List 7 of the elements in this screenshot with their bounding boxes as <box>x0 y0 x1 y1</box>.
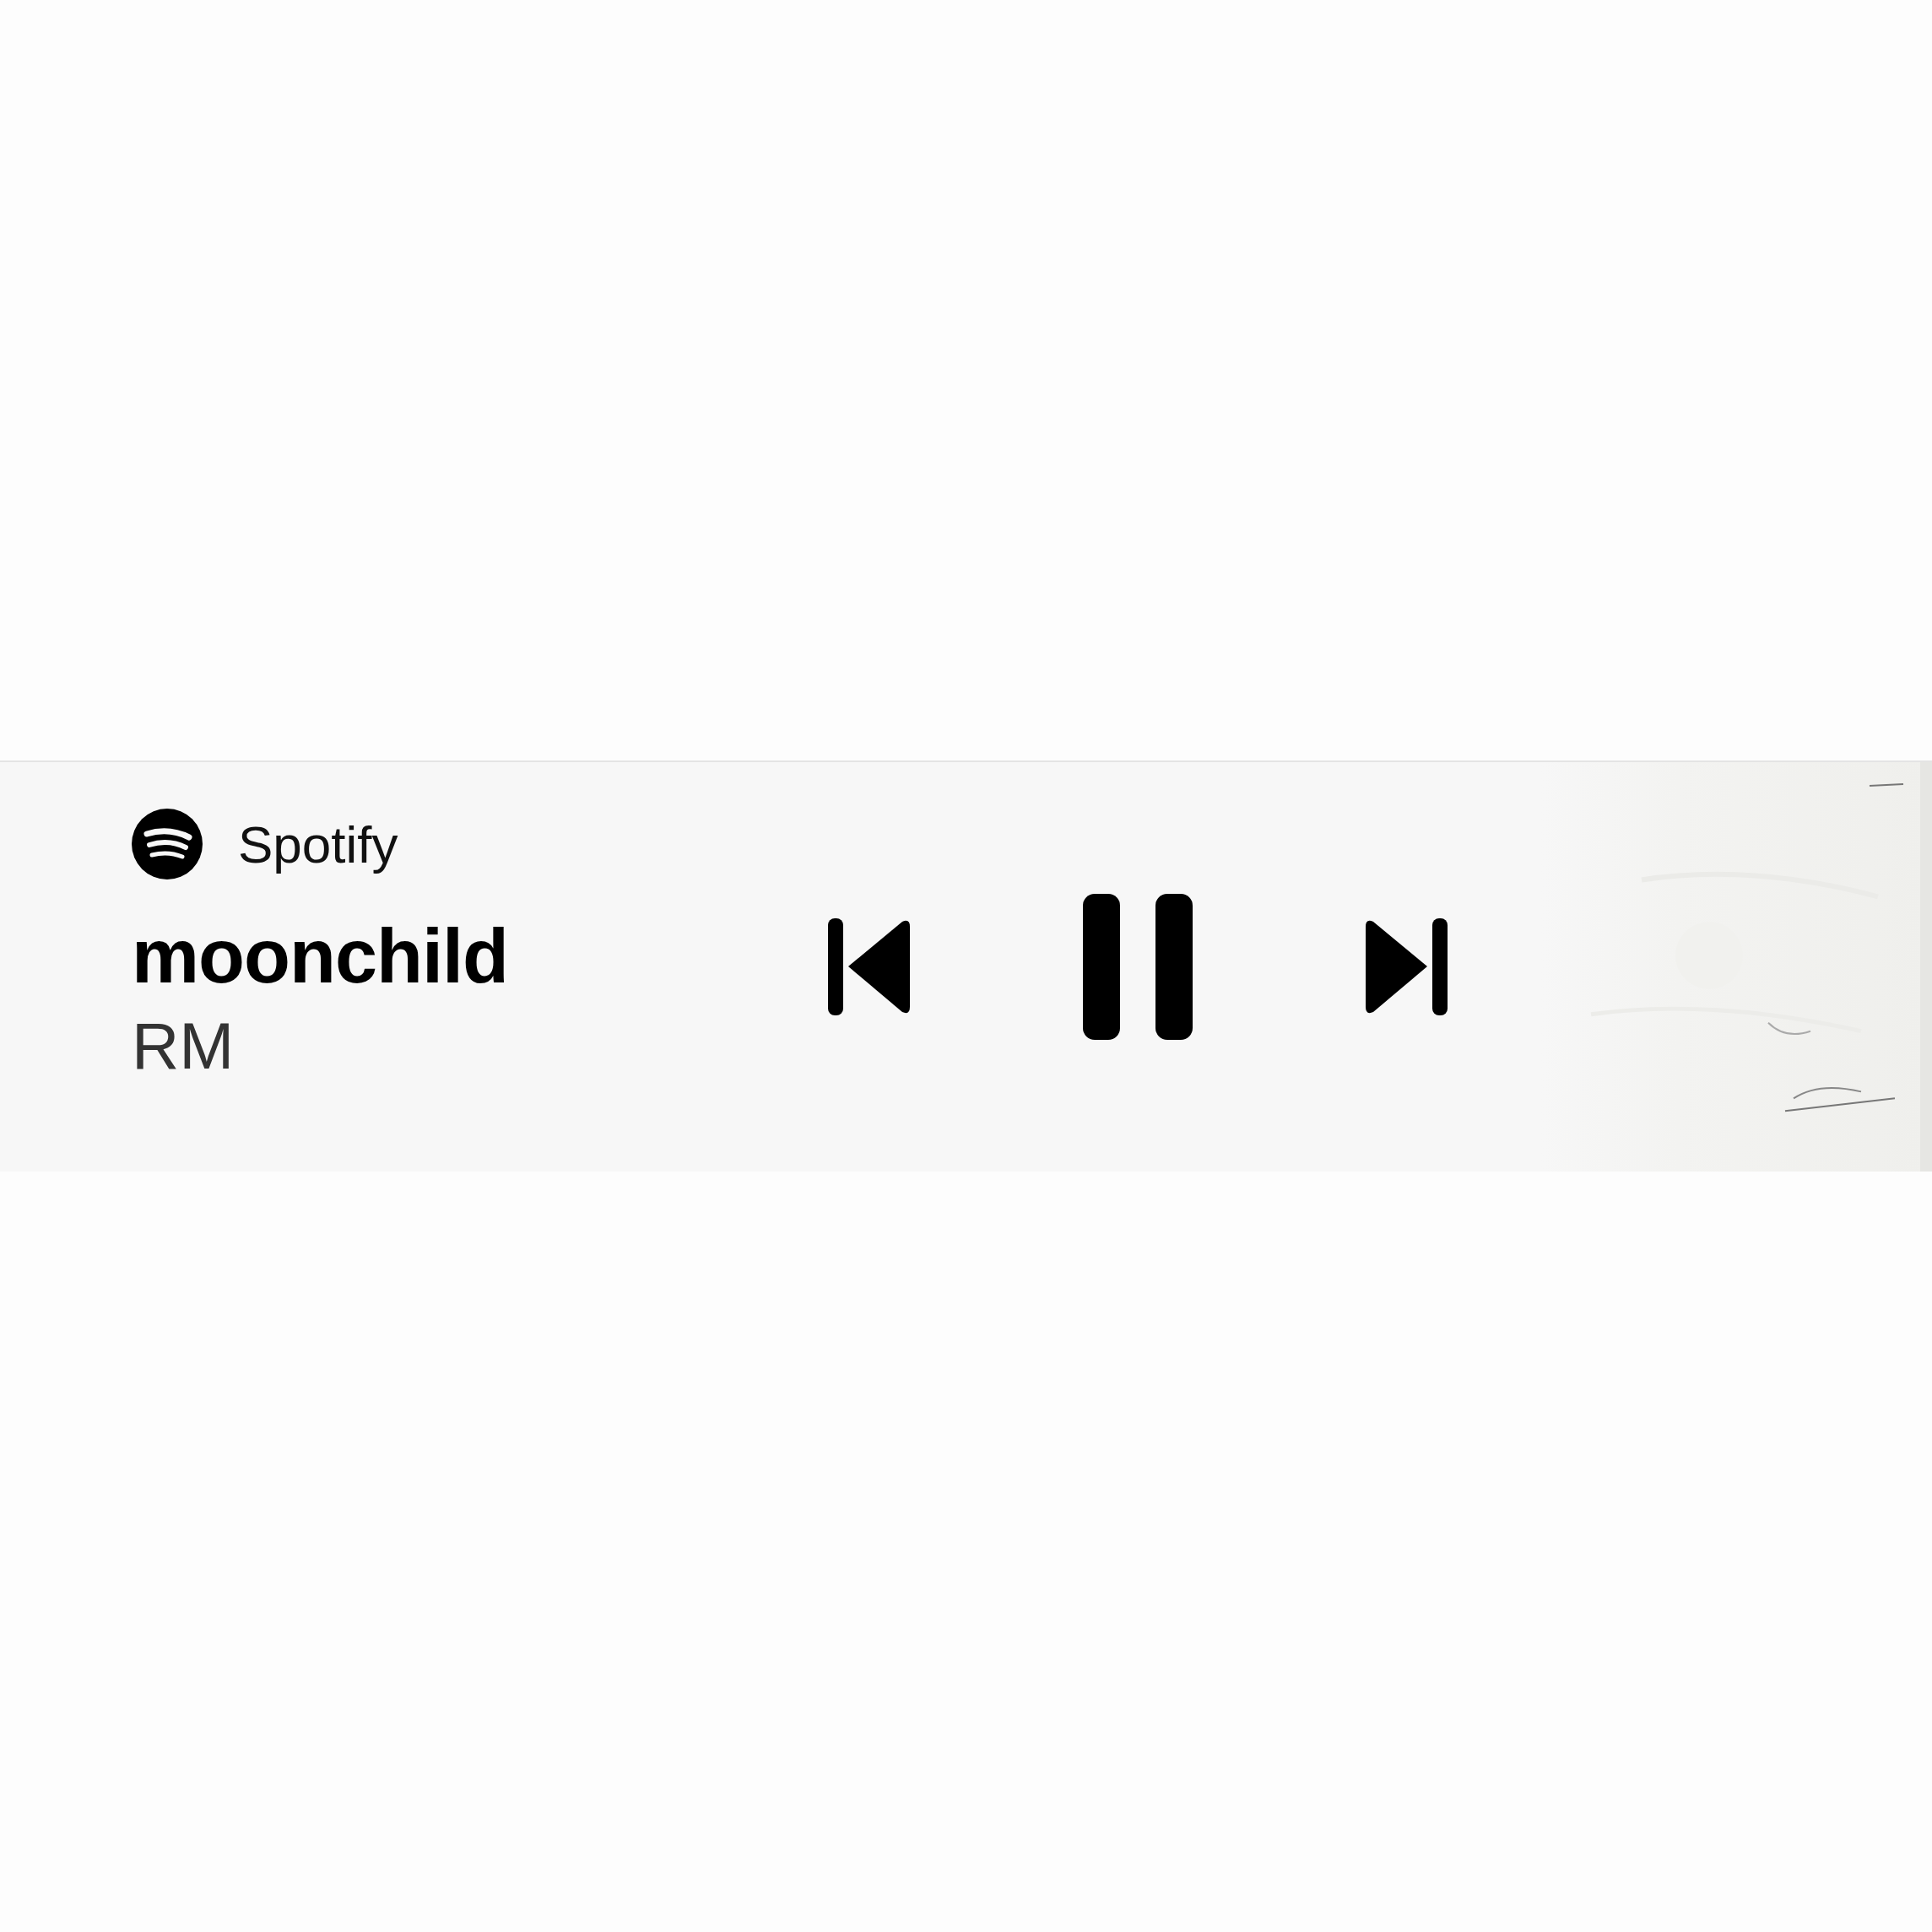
previous-button[interactable] <box>828 918 910 1015</box>
pause-button[interactable] <box>1083 894 1193 1040</box>
track-title: moonchild <box>132 918 509 994</box>
next-button[interactable] <box>1366 918 1448 1015</box>
spotify-logo-icon <box>132 809 203 879</box>
app-name: Spotify <box>238 814 398 874</box>
artist-name: RM <box>132 1013 235 1079</box>
